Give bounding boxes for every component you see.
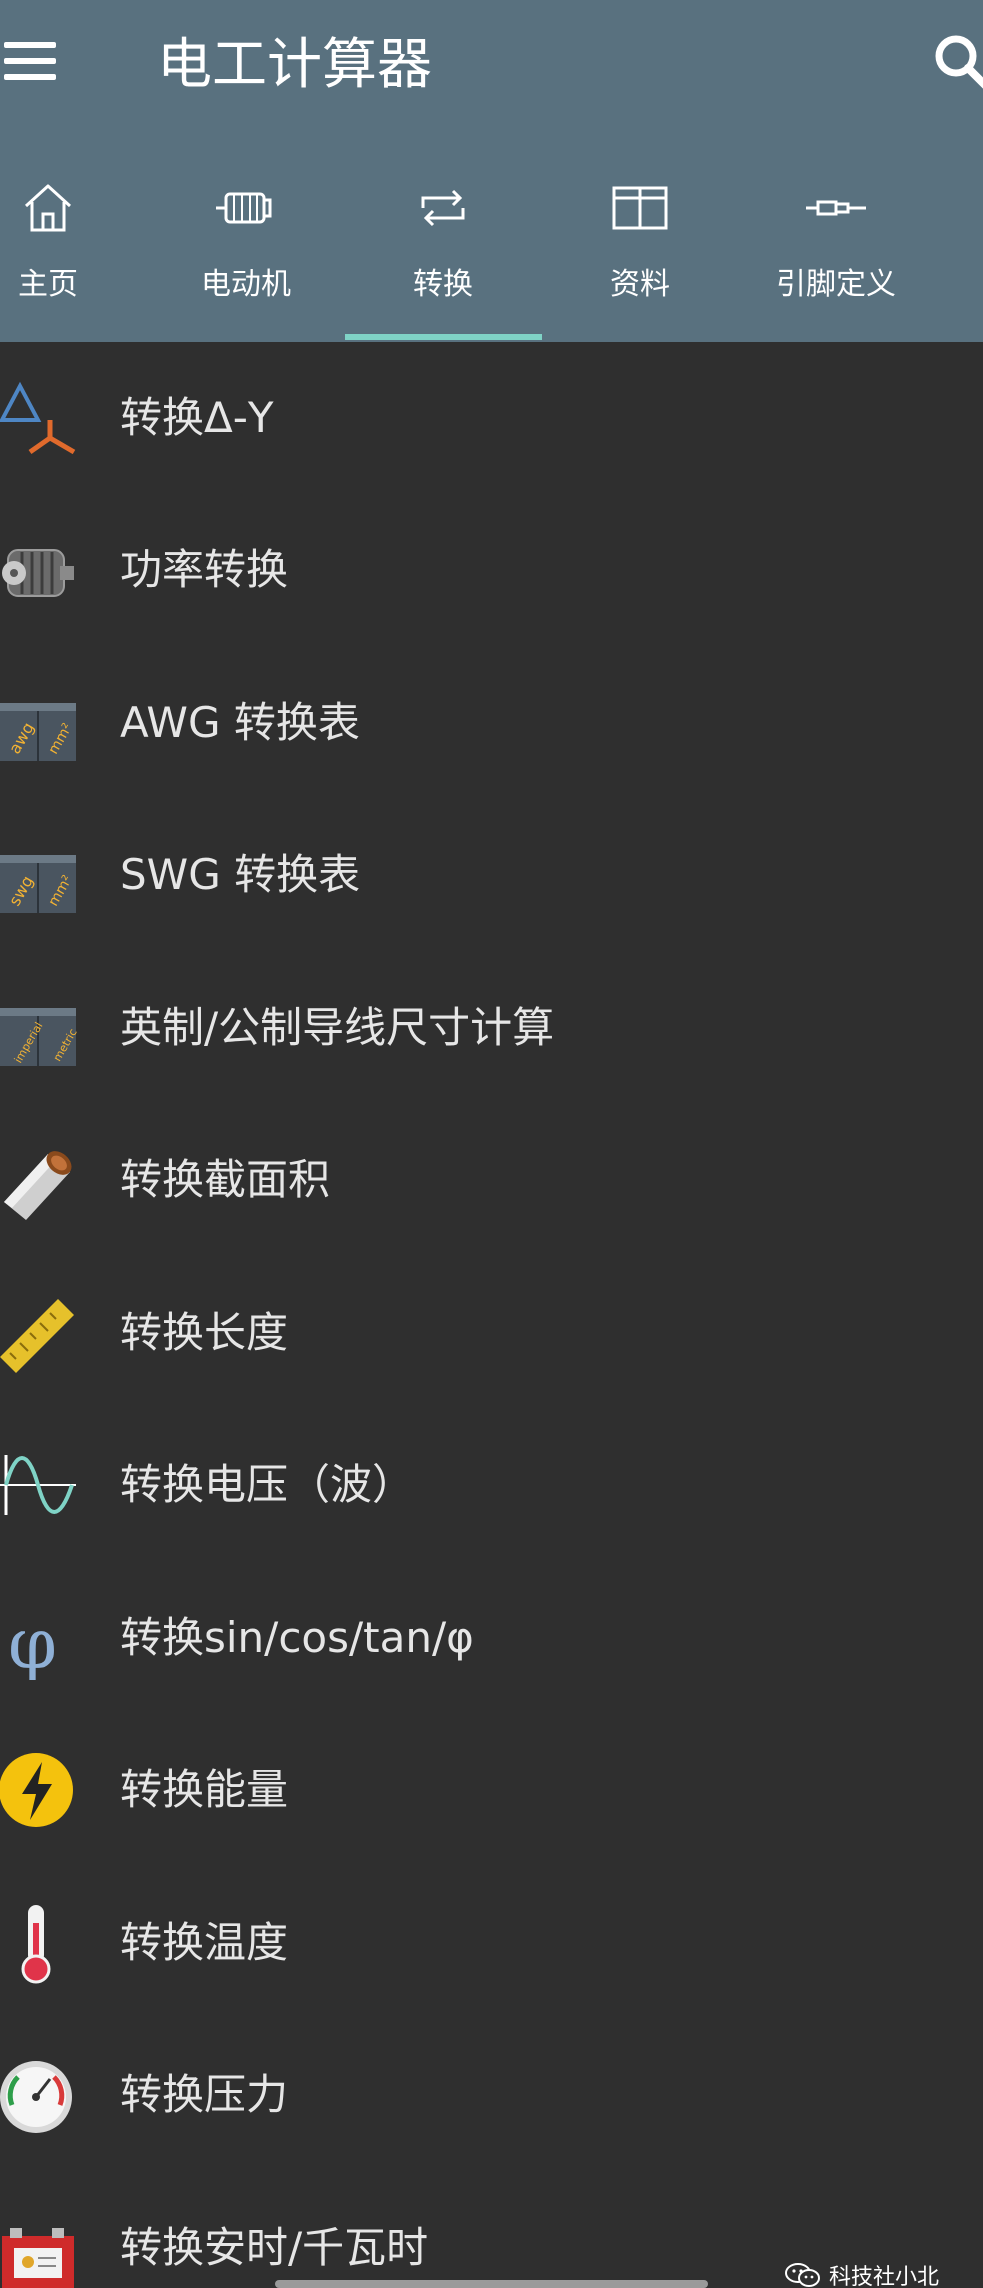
item-label: 转换Δ-Y: [120, 393, 274, 442]
item-label: 转换截面积: [120, 1155, 331, 1204]
item-label: 转换能量: [120, 1765, 289, 1814]
menu-button[interactable]: [0, 30, 64, 90]
app-title: 电工计算器: [157, 32, 433, 96]
convert-arrows-icon: [421, 189, 465, 227]
item-label: AWG 转换表: [120, 698, 360, 747]
tab-motor[interactable]: 电动机: [148, 160, 344, 342]
motor-icon: [216, 192, 272, 224]
tab-resources[interactable]: 资料: [542, 160, 738, 342]
list-item-power[interactable]: 功率转换: [0, 494, 983, 646]
list-item-delta-y[interactable]: 转换Δ-Y: [0, 342, 983, 494]
tab-label: 转换: [413, 267, 473, 302]
list-item-length[interactable]: 转换长度: [0, 1257, 983, 1409]
tab-home[interactable]: 主页: [0, 160, 146, 342]
ruler-icon: [0, 1299, 74, 1373]
thermometer-icon: [21, 1905, 51, 1984]
list-item-energy[interactable]: 转换能量: [0, 1714, 983, 1866]
list-item-pressure[interactable]: 转换压力: [0, 2019, 983, 2171]
tab-bar: 主页 电动机 转换 资料 引脚定义: [0, 160, 983, 342]
awg-mm2-icon: awg mm²: [0, 703, 76, 761]
tab-label: 电动机: [201, 267, 291, 302]
list-item-swg[interactable]: swg mm² SWG 转换表: [0, 799, 983, 951]
swg-mm2-icon: swg mm²: [0, 855, 76, 913]
item-label: 转换温度: [120, 1918, 289, 1967]
tab-convert[interactable]: 转换: [345, 160, 541, 342]
imperial-metric-icon: imperial metric: [0, 1008, 80, 1066]
list-item-imperial-metric[interactable]: imperial metric 英制/公制导线尺寸计算: [0, 952, 983, 1104]
lightning-icon: [0, 1753, 73, 1827]
wechat-icon: [785, 2263, 820, 2287]
sine-wave-icon: [0, 1455, 76, 1515]
cable-section-icon: [4, 1151, 72, 1220]
item-label: SWG 转换表: [120, 850, 361, 899]
tab-pinout[interactable]: 引脚定义: [738, 160, 934, 342]
delta-wye-icon: [0, 381, 76, 455]
battery-icon: [2, 2228, 74, 2288]
item-label: 转换压力: [120, 2070, 289, 2119]
home-icon: [24, 184, 72, 232]
watermark: 科技社小北: [785, 2262, 939, 2288]
conversion-list: 转换Δ-Y 功率转换 awg mm² AWG 转换表 swg mm² SWG 转…: [0, 342, 983, 2288]
tab-label: 引脚定义: [776, 267, 896, 302]
book-icon: [612, 186, 668, 230]
list-item-temperature[interactable]: 转换温度: [0, 1867, 983, 2019]
item-label: 转换长度: [120, 1308, 289, 1357]
connector-icon: [806, 200, 866, 216]
app-screen: 电工计算器 主页 电动机 转换 资料 引脚定义 转换Δ-Y 功率转换 awg m…: [0, 0, 983, 2288]
item-label: 转换sin/cos/tan/φ: [120, 1613, 474, 1662]
list-item-voltage-wave[interactable]: 转换电压（波）: [0, 1409, 983, 1561]
search-icon: [935, 35, 983, 89]
icon-text: φ: [8, 1603, 57, 1680]
watermark-text: 科技社小北: [829, 2265, 940, 2288]
pressure-gauge-icon: [0, 2061, 72, 2133]
item-label: 功率转换: [120, 545, 289, 594]
item-label: 英制/公制导线尺寸计算: [120, 1003, 555, 1052]
item-label: 转换安时/千瓦时: [120, 2223, 429, 2272]
list-item-trig[interactable]: φ 转换sin/cos/tan/φ: [0, 1562, 983, 1714]
list-item-awg[interactable]: awg mm² AWG 转换表: [0, 647, 983, 799]
motor-photo-icon: [2, 549, 74, 597]
search-button[interactable]: [928, 28, 983, 98]
tab-label: 资料: [610, 267, 670, 302]
phi-icon: φ: [8, 1603, 57, 1680]
tab-label: 主页: [18, 267, 78, 302]
list-item-cross-section[interactable]: 转换截面积: [0, 1104, 983, 1256]
app-bar: 电工计算器 主页 电动机 转换 资料 引脚定义: [0, 0, 983, 342]
gesture-home-bar[interactable]: [275, 2280, 708, 2288]
item-label: 转换电压（波）: [120, 1460, 415, 1509]
selected-tab-indicator: [345, 334, 542, 340]
